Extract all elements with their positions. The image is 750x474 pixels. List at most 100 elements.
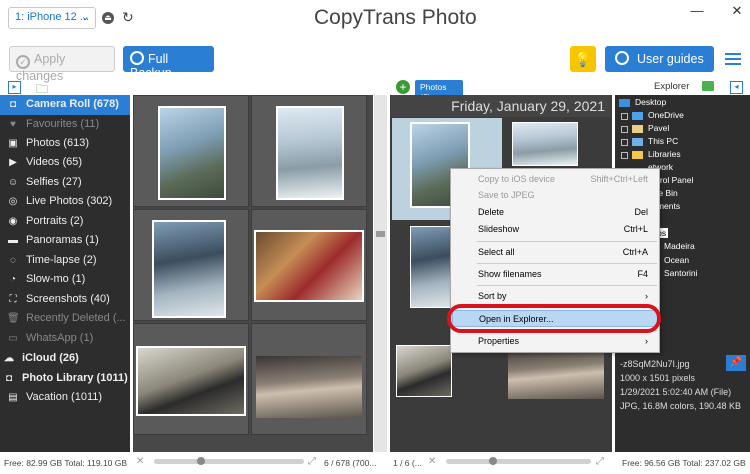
sidebar-item-vacation[interactable]: ▤ Vacation (1011) xyxy=(0,388,130,408)
zoom-slider[interactable] xyxy=(154,457,304,465)
photo-cell[interactable] xyxy=(251,209,367,321)
sidebar-item-time-lapse[interactable]: ◌ Time-lapse (2) xyxy=(0,251,130,271)
menu-item-properties[interactable]: Properties › xyxy=(452,333,658,350)
menu-item-show-filenames[interactable]: Show filenames F4 xyxy=(452,266,658,283)
panel-toggle-icon[interactable]: ▸ xyxy=(8,81,21,94)
photo-thumbnail[interactable] xyxy=(254,354,364,420)
apply-changes-button[interactable]: ✓ Apply changes xyxy=(9,46,115,83)
sidebar-item-portraits[interactable]: ◉ Portraits (2) xyxy=(0,212,130,232)
menu-item-select-all[interactable]: Select all Ctrl+A xyxy=(452,244,658,261)
menu-icon[interactable] xyxy=(725,50,741,66)
tree-item-onedrive[interactable]: OneDrive xyxy=(615,110,750,123)
sidebar-item-label: Recently Deleted (... xyxy=(26,312,126,324)
menu-item-copy-to-ios[interactable]: Copy to iOS device Shift+Ctrl+Left xyxy=(452,171,658,188)
sidebar-item-panoramas[interactable]: ▬ Panoramas (1) xyxy=(0,231,130,251)
photo-thumbnail[interactable] xyxy=(136,346,246,416)
sidebar-item-photos[interactable]: ▣ Photos (613) xyxy=(0,134,130,154)
expand-icon[interactable]: ⤢ xyxy=(596,456,604,467)
photo-cell[interactable] xyxy=(251,323,367,435)
pin-icon[interactable]: ✕ xyxy=(136,456,144,467)
video-icon: ▶ xyxy=(9,157,17,168)
expand-box-icon[interactable] xyxy=(621,152,628,159)
app-logo: CopyTrans Photo xyxy=(314,6,477,30)
expand-box-icon[interactable] xyxy=(621,126,628,133)
photo-thumbnail[interactable] xyxy=(152,220,226,318)
tree-item-label: Madeira xyxy=(664,241,695,251)
minimize-button[interactable]: — xyxy=(684,0,710,22)
sidebar-item-favourites[interactable]: ♥ Favourites (11) xyxy=(0,115,130,135)
tree-item-libraries[interactable]: Libraries xyxy=(615,149,750,162)
scrollbar-thumb[interactable] xyxy=(376,231,385,237)
menu-item-save-to-jpeg[interactable]: Save to JPEG xyxy=(452,187,658,204)
photo-cell[interactable] xyxy=(133,95,249,207)
panel-toggle-icon[interactable]: ◂ xyxy=(730,81,743,94)
left-storage-status: Free: 82.99 GB Total: 119.10 GB xyxy=(4,458,128,468)
device-selector[interactable]: 1: iPhone 12 ... ⌄ xyxy=(8,7,96,29)
menu-item-label: Delete xyxy=(478,207,505,217)
menu-item-label: Select all xyxy=(478,247,515,257)
menu-item-delete[interactable]: Delete Del xyxy=(452,204,658,221)
menu-separator xyxy=(477,285,657,286)
close-button[interactable]: ✕ xyxy=(724,0,750,22)
photo-thumbnail[interactable] xyxy=(254,230,364,302)
screenshot-icon: ⛶ xyxy=(9,294,17,305)
sidebar-item-selfies[interactable]: ☺ Selfies (27) xyxy=(0,173,130,193)
lightbulb-icon[interactable]: 💡 xyxy=(570,46,596,72)
tab-photos[interactable]: Photos (6) xyxy=(415,80,463,102)
device-label: 1: iPhone 12 ... xyxy=(15,11,89,23)
sidebar-item-whatsapp[interactable]: ▭ WhatsApp (1) xyxy=(0,329,130,349)
sidebar-item-screenshots[interactable]: ⛶ Screenshots (40) xyxy=(0,290,130,310)
album-icon: ▤ xyxy=(8,392,18,403)
photo-cell[interactable] xyxy=(133,323,249,435)
folder-icon[interactable] xyxy=(702,81,714,91)
user-guides-button[interactable]: User guides xyxy=(605,46,714,72)
photo-thumbnail[interactable] xyxy=(276,106,344,200)
sidebar-item-label: Photos (613) xyxy=(26,137,89,149)
sidebar-item-photo-library[interactable]: ◘ Photo Library (1011) xyxy=(0,369,130,389)
full-backup-button[interactable]: Full Backup xyxy=(123,46,214,80)
sidebar-item-label: Live Photos (302) xyxy=(26,195,113,207)
photo-thumbnail[interactable] xyxy=(158,106,226,200)
menu-item-slideshow[interactable]: Slideshow Ctrl+L xyxy=(452,221,658,238)
chevron-down-icon: ⌄ xyxy=(80,11,90,23)
photo-thumbnail[interactable] xyxy=(506,345,606,401)
middle-zoom-slider[interactable] xyxy=(446,457,591,465)
sidebar-item-label: Photo Library (1011) xyxy=(22,372,128,384)
eject-icon[interactable]: ⏏ xyxy=(102,12,114,24)
pin-icon[interactable]: ✕ xyxy=(428,456,436,467)
sidebar-item-videos[interactable]: ▶ Videos (65) xyxy=(0,153,130,173)
menu-item-sort-by[interactable]: Sort by › xyxy=(452,288,658,305)
sidebar-item-camera-roll[interactable]: ◘ Camera Roll (678) xyxy=(0,95,130,115)
sidebar-item-slow-mo[interactable]: ◔ Slow-mo (1) xyxy=(0,270,130,290)
photo-thumbnail[interactable] xyxy=(396,345,452,397)
sidebar-item-recently-deleted[interactable]: 🗑 Recently Deleted (... xyxy=(0,309,130,329)
timelapse-icon: ◌ xyxy=(10,255,16,266)
photo-cell[interactable] xyxy=(251,95,367,207)
sidebar-item-label: Panoramas (1) xyxy=(26,234,99,246)
photo-thumbnail[interactable] xyxy=(410,226,452,308)
sidebar-item-icloud[interactable]: ☁ iCloud (26) xyxy=(0,349,130,369)
check-icon: ✓ xyxy=(16,55,30,69)
photo-thumbnail[interactable] xyxy=(512,122,578,166)
panorama-icon: ▬ xyxy=(8,235,18,246)
sidebar-item-live-photos[interactable]: ◎ Live Photos (302) xyxy=(0,192,130,212)
sidebar-item-label: Slow-mo (1) xyxy=(26,273,86,285)
camera-icon: ◘ xyxy=(9,99,17,110)
slider-thumb[interactable] xyxy=(197,457,205,465)
tree-item-pavel[interactable]: Pavel xyxy=(615,123,750,136)
expand-box-icon[interactable] xyxy=(621,139,628,146)
add-icon[interactable]: + xyxy=(396,80,410,94)
expand-box-icon[interactable] xyxy=(621,113,628,120)
expand-icon[interactable]: ⤢ xyxy=(308,456,316,467)
cloud-icon xyxy=(632,112,643,120)
menu-separator xyxy=(477,241,657,242)
menu-item-shortcut: Shift+Ctrl+Left xyxy=(590,174,648,184)
new-album-icon[interactable]: 🗀 xyxy=(36,80,50,96)
refresh-icon[interactable]: ↻ xyxy=(122,9,134,26)
tree-item-label: Ocean xyxy=(664,255,690,265)
tree-item-desktop[interactable]: Desktop xyxy=(615,97,750,110)
photo-cell[interactable] xyxy=(133,209,249,321)
grid-scrollbar[interactable] xyxy=(374,95,387,452)
tree-item-this-pc[interactable]: This PC xyxy=(615,136,750,149)
slider-thumb[interactable] xyxy=(489,457,497,465)
